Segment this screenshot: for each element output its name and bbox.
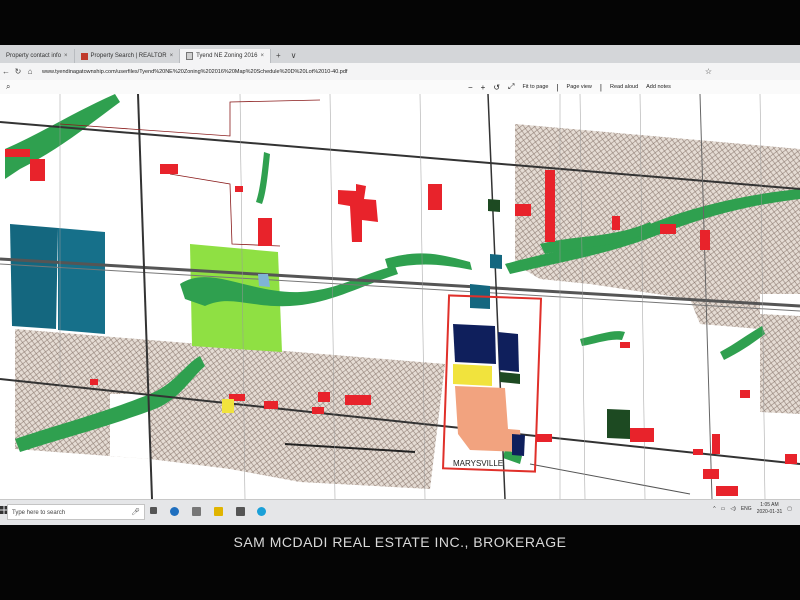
zoom-in-button[interactable]: + [481, 83, 486, 92]
rotate-icon[interactable]: ↺ [493, 83, 500, 92]
search-placeholder: Type here to search [12, 510, 66, 516]
yellow-parcel [222, 399, 234, 413]
back-arrow-icon[interactable]: ← [0, 67, 12, 76]
tab-label: Tyend NE Zoning 2016 [196, 53, 258, 59]
industrial-zone [453, 324, 496, 364]
store-icon[interactable] [192, 507, 201, 516]
task-view-icon[interactable] [150, 507, 157, 514]
industrial-zone [498, 332, 519, 372]
volume-icon[interactable]: ◁) [730, 506, 736, 512]
address-bar-row: ← ↻ ⌂ www.tyendinagatownship.com/userfil… [0, 63, 800, 81]
page-view-button[interactable]: Page view [567, 84, 592, 90]
dark-green-zone [500, 372, 520, 384]
hatched-zone [760, 314, 800, 414]
close-tab-icon[interactable]: × [170, 49, 174, 63]
institutional-zone [58, 228, 105, 334]
clock-time: 1:05 AM [760, 502, 779, 508]
skype-icon[interactable] [257, 507, 266, 516]
read-aloud-button[interactable]: Read aloud [610, 84, 638, 90]
zoning-map: MARYSVILLE [0, 94, 800, 499]
system-tray: ^ ▭ ◁) ENG 1:05 AM 2020-01-31 ▢ [713, 502, 792, 516]
star-icon[interactable]: ☆ [705, 67, 712, 76]
fit-to-page-button[interactable]: Fit to page [522, 84, 548, 90]
institutional-zone [490, 254, 502, 269]
windows-taskbar: Type here to search 🎤︎ ^ ▭ ◁) ENG 1:05 A… [0, 499, 800, 525]
zoom-out-button[interactable]: − [468, 83, 473, 92]
file-explorer-icon[interactable] [214, 507, 223, 516]
town-label: MARYSVILLE [453, 459, 503, 468]
environmental-corridor [256, 152, 270, 204]
pond [258, 274, 270, 287]
environmental-corridor [580, 331, 625, 346]
tab-property-search[interactable]: Property Search | REALTOR × [75, 49, 181, 63]
yellow-zone [453, 364, 492, 386]
road [529, 463, 691, 495]
network-icon[interactable]: ▭ [721, 506, 726, 512]
clock-date: 2020-01-31 [756, 509, 783, 515]
fit-icon: ⤢ [508, 82, 515, 91]
add-notes-button[interactable]: Add notes [646, 84, 671, 90]
brokerage-watermark: SAM MCDADI REAL ESTATE INC., BROKERAGE [233, 534, 567, 550]
tab-label: Property Search | REALTOR [90, 53, 167, 59]
pdf-favicon-icon [186, 52, 194, 60]
pdf-toolbar: ⌕ − + ↺ ⤢ Fit to page | Page view | Read… [0, 80, 800, 95]
divider: | [556, 82, 559, 92]
url-field[interactable]: www.tyendinagatownship.com/userfiles/Tye… [42, 69, 347, 75]
tab-list-button[interactable]: ∨ [286, 49, 302, 63]
home-icon[interactable]: ⌂ [24, 67, 36, 76]
dark-green-zone [488, 199, 500, 212]
browser-tab-bar: Property contact info × Property Search … [0, 45, 800, 63]
refresh-icon[interactable]: ↻ [12, 67, 24, 76]
close-tab-icon[interactable]: × [64, 49, 68, 63]
commercial-core-zone [455, 386, 522, 452]
pdf-map-view[interactable]: MARYSVILLE [0, 94, 800, 499]
microphone-icon[interactable]: 🎤︎ [131, 505, 140, 521]
clock[interactable]: 1:05 AM 2020-01-31 [757, 502, 783, 516]
environmental-corridor [720, 326, 765, 360]
tab-zoning-map[interactable]: Tyend NE Zoning 2016 × [180, 49, 271, 63]
mail-icon[interactable] [236, 507, 245, 516]
environmental-corridor [385, 253, 472, 270]
notifications-icon[interactable]: ▢ [787, 506, 792, 512]
chevron-up-icon[interactable]: ^ [713, 506, 715, 512]
monitor-screen: Property contact info × Property Search … [0, 45, 800, 525]
search-icon[interactable]: ⌕ [6, 82, 10, 92]
language-indicator[interactable]: ENG [741, 506, 752, 512]
edge-browser-icon[interactable] [170, 507, 179, 516]
taskbar-search-input[interactable]: Type here to search 🎤︎ [7, 504, 145, 520]
dark-green-zone [607, 409, 630, 439]
close-tab-icon[interactable]: × [260, 49, 264, 63]
divider: | [599, 82, 602, 92]
new-tab-button[interactable]: + [271, 49, 286, 63]
institutional-zone [10, 224, 58, 329]
environmental-corridor [5, 94, 120, 179]
industrial-zone [512, 434, 525, 456]
realtor-favicon-icon [80, 52, 88, 60]
tab-property-contact[interactable]: Property contact info × [0, 49, 75, 63]
tab-label: Property contact info [6, 53, 62, 59]
